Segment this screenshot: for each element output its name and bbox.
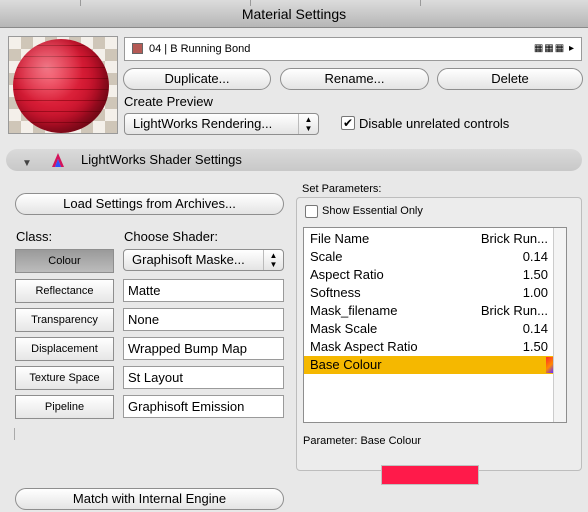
load-settings-button[interactable]: Load Settings from Archives... (15, 193, 284, 215)
parameter-name: Aspect Ratio (310, 267, 384, 282)
show-essential-checkbox[interactable] (305, 205, 318, 218)
base-colour-swatch[interactable] (381, 465, 479, 485)
parameter-name: Mask_filename (310, 303, 398, 318)
shader-settings-title: LightWorks Shader Settings (81, 152, 242, 167)
class-button-transparency[interactable]: Transparency (15, 308, 114, 332)
updown-arrows-icon: ▲ ▼ (263, 250, 283, 270)
class-button-displacement[interactable]: Displacement (15, 337, 114, 361)
parameter-value: Brick Run... (480, 231, 548, 246)
parameter-name: Mask Aspect Ratio (310, 339, 418, 354)
create-preview-label: Create Preview (124, 94, 213, 109)
delete-button[interactable]: Delete (437, 68, 583, 90)
pipeline-shader-field[interactable]: Graphisoft Emission (123, 395, 284, 418)
parameter-value: 1.50 (522, 339, 548, 354)
match-internal-engine-button[interactable]: Match with Internal Engine (15, 488, 284, 510)
parameter-name: Base Colour (310, 357, 382, 372)
divider (14, 428, 15, 440)
parameter-row[interactable]: Mask Aspect Ratio 1.50 (304, 338, 566, 356)
duplicate-button[interactable]: Duplicate... (123, 68, 271, 90)
disable-unrelated-checkbox[interactable]: ✔ (341, 116, 355, 130)
parameter-row[interactable]: Scale 0.14 (304, 248, 566, 266)
material-preview (8, 36, 118, 134)
renderer-value: LightWorks Rendering... (133, 116, 273, 131)
titlebar-divider (250, 0, 251, 6)
window-title: Material Settings (241, 6, 347, 22)
class-button-pipeline[interactable]: Pipeline (15, 395, 114, 419)
parameter-value: 0.14 (522, 321, 548, 336)
material-name: 04 | B Running Bond (149, 43, 251, 55)
parameter-row[interactable]: Aspect Ratio 1.50 (304, 266, 566, 284)
class-button-reflectance[interactable]: Reflectance (15, 279, 114, 303)
parameter-row[interactable]: File Name Brick Run... (304, 230, 566, 248)
class-label: Class: (16, 229, 53, 244)
parameter-value: 1.00 (522, 285, 548, 300)
shader-settings-header[interactable]: ▼ LightWorks Shader Settings (6, 149, 582, 171)
rename-button[interactable]: Rename... (280, 68, 429, 90)
class-button-colour[interactable]: Colour (15, 249, 114, 273)
parameter-row[interactable]: Softness 1.00 (304, 284, 566, 302)
parameter-row[interactable]: Mask Scale 0.14 (304, 320, 566, 338)
titlebar-divider (80, 0, 81, 6)
parameter-name: Scale (310, 249, 343, 264)
parameter-value: 1.50 (522, 267, 548, 282)
texture-space-shader-field[interactable]: St Layout (123, 366, 284, 389)
set-parameters-label: Set Parameters: (302, 183, 382, 195)
colour-shader-select[interactable]: Graphisoft Maske... ▲ ▼ (123, 249, 284, 271)
parameter-name: Mask Scale (310, 321, 378, 336)
choose-shader-label: Choose Shader: (124, 229, 218, 244)
parameter-row[interactable]: Mask_filename Brick Run... (304, 302, 566, 320)
class-button-texture-space[interactable]: Texture Space (15, 366, 114, 390)
parameter-value: 0.14 (522, 249, 548, 264)
material-menu-icon[interactable]: ▦▦▦ ▸ (534, 38, 575, 60)
parameter-name: File Name (310, 231, 370, 246)
title-bar: Material Settings (0, 0, 588, 28)
transparency-shader-field[interactable]: None (123, 308, 284, 331)
reflectance-shader-field[interactable]: Matte (123, 279, 284, 302)
brick-sphere-image (13, 39, 109, 133)
parameter-list[interactable]: File Name Brick Run... Scale 0.14 Aspect… (303, 227, 567, 423)
disclosure-triangle-icon[interactable]: ▼ (22, 153, 32, 175)
updown-arrows-icon: ▲ ▼ (298, 114, 318, 134)
titlebar-divider (420, 0, 421, 6)
lightworks-logo-icon (52, 153, 64, 167)
show-essential-label: Show Essential Only (322, 205, 423, 217)
material-color-swatch (132, 43, 143, 54)
current-parameter-label: Parameter: Base Colour (303, 435, 421, 447)
material-name-field[interactable]: 04 | B Running Bond ▦▦▦ ▸ (124, 37, 582, 61)
parameter-row-selected[interactable]: Base Colour (304, 356, 566, 374)
renderer-select[interactable]: LightWorks Rendering... ▲ ▼ (124, 113, 319, 135)
displacement-shader-field[interactable]: Wrapped Bump Map (123, 337, 284, 360)
parameter-list-scrollbar[interactable] (553, 228, 566, 422)
disable-unrelated-label: Disable unrelated controls (359, 116, 510, 131)
parameter-name: Softness (310, 285, 361, 300)
colour-shader-value: Graphisoft Maske... (132, 252, 245, 267)
parameter-value: Brick Run... (480, 303, 548, 318)
